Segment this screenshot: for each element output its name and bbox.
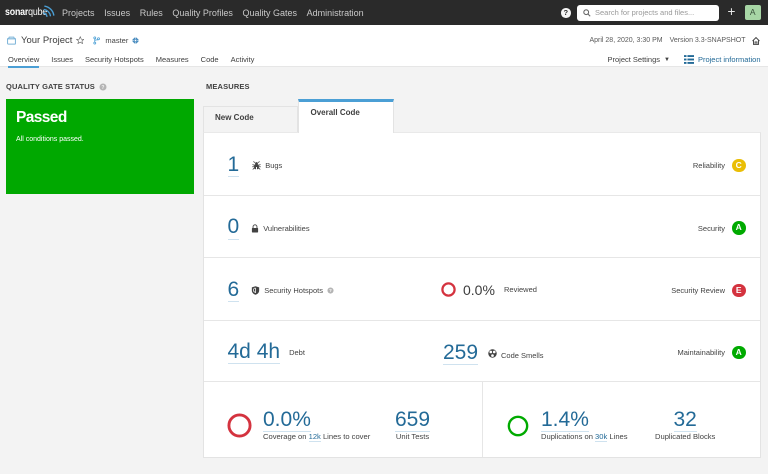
svg-text:?: ?	[329, 288, 332, 293]
svg-text:?: ?	[101, 84, 104, 90]
